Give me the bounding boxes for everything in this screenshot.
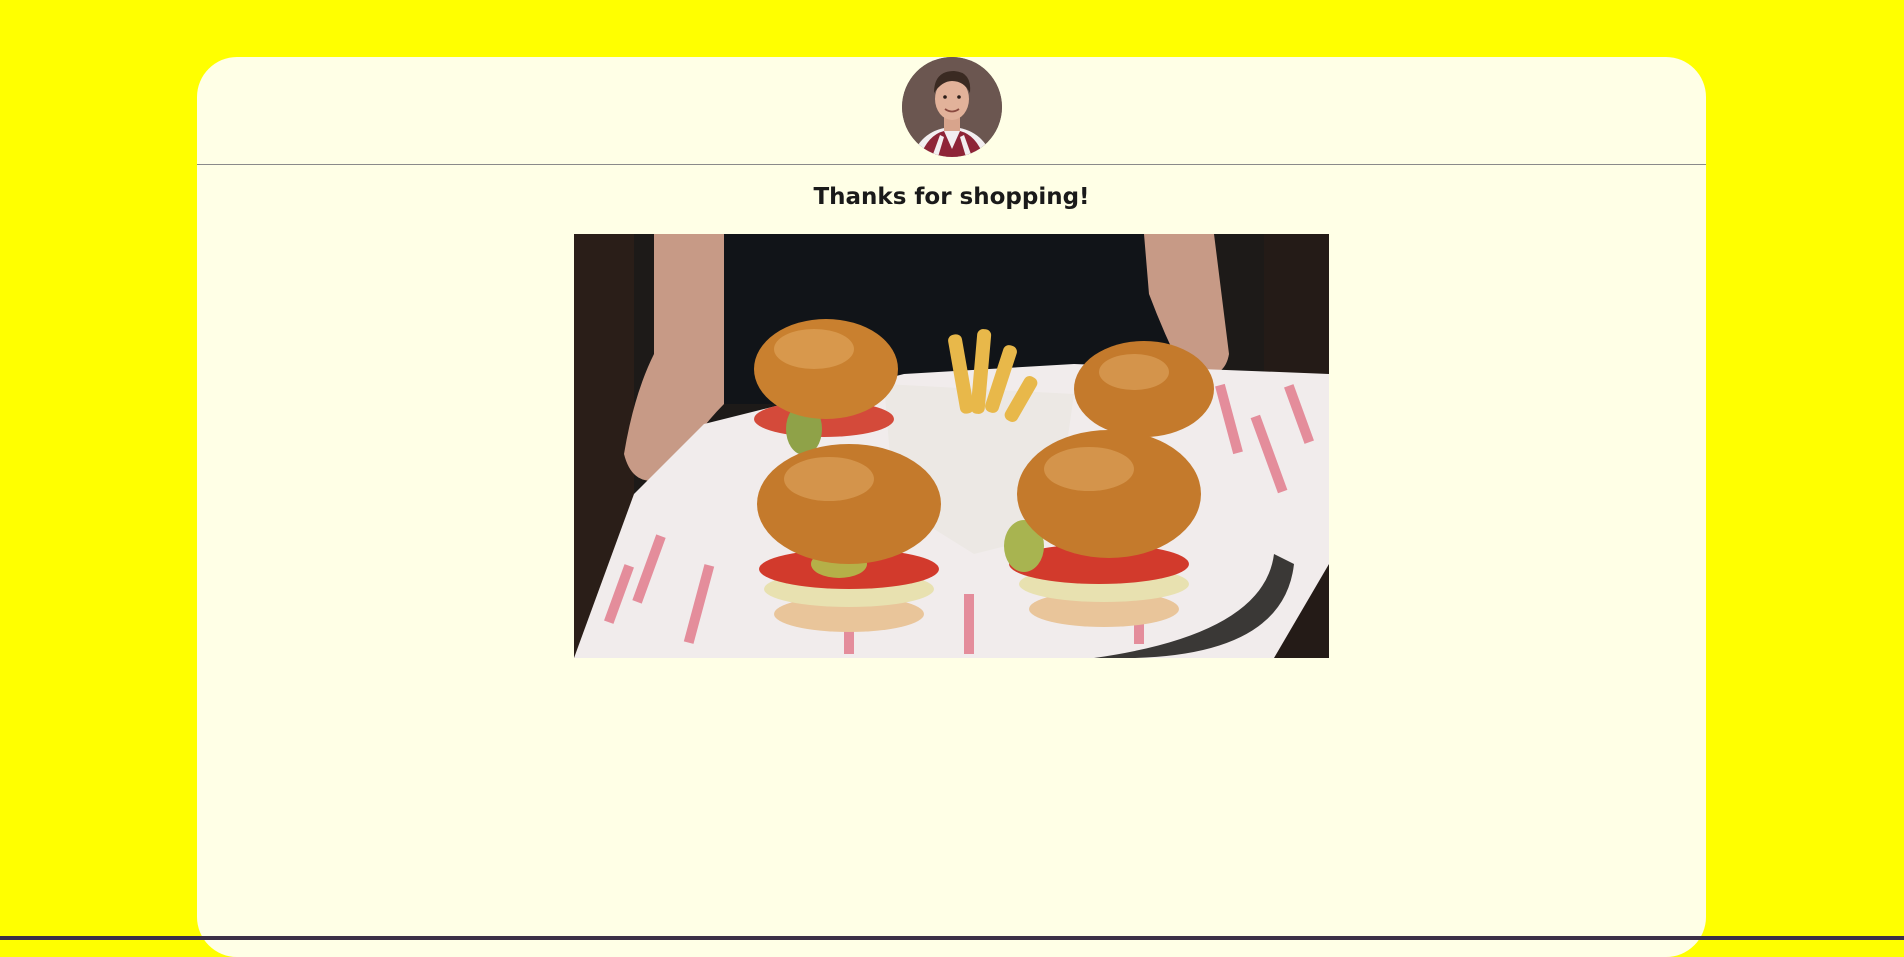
burgers-photo: [574, 234, 1329, 658]
header: [197, 57, 1706, 165]
avatar[interactable]: [902, 57, 1002, 157]
page-title: Thanks for shopping!: [813, 184, 1090, 210]
avatar-image: [902, 57, 1002, 157]
burgers-image: [574, 234, 1329, 658]
main-card: Thanks for shopping!: [197, 57, 1706, 957]
bottom-strip: [0, 936, 1904, 940]
